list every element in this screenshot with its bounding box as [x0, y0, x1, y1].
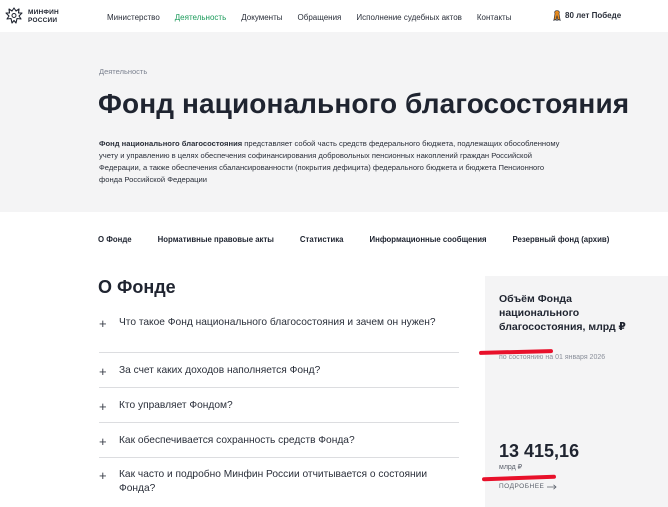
nav-documents[interactable]: Документы: [241, 13, 282, 22]
nav-contacts[interactable]: Контакты: [477, 13, 512, 22]
faq-question: Что такое Фонд национального благосостоя…: [119, 317, 436, 328]
faq-item[interactable]: + Как обеспечивается сохранность средств…: [99, 423, 459, 458]
nav-court-acts[interactable]: Исполнение судебных актов: [356, 13, 462, 22]
victory-label: 80 лет Победе: [565, 11, 622, 20]
intro-bold: Фонд национального благосостояния: [99, 139, 243, 148]
tab-regulations[interactable]: Нормативные правовые акты: [158, 235, 274, 244]
section-tabs: О Фонде Нормативные правовые акты Статис…: [98, 235, 609, 244]
plus-icon: +: [99, 399, 107, 414]
fund-volume-date: по состоянию на 01 января 2026: [499, 354, 606, 361]
plus-icon: +: [99, 364, 107, 379]
tab-reserve-fund[interactable]: Резервный фонд (архив): [513, 235, 610, 244]
faq-item[interactable]: + За счет каких доходов наполняется Фонд…: [99, 353, 459, 388]
coat-of-arms-icon: [5, 7, 23, 24]
faq-list: + Что такое Фонд национального благосост…: [99, 311, 459, 506]
logo-line-2: РОССИИ: [28, 16, 58, 24]
logo-line-1: МИНФИН: [28, 9, 59, 16]
fund-volume-value: 13 415,16: [499, 441, 580, 461]
fund-volume-card: Объём Фонда национального благосостояния…: [485, 276, 668, 507]
nav-ministry[interactable]: Министерство: [107, 13, 160, 22]
nav-activity[interactable]: Деятельность: [175, 13, 227, 22]
faq-question: Как часто и подробно Минфин России отчит…: [119, 469, 428, 494]
victory-link[interactable]: 80 лет Победе: [553, 10, 621, 21]
tab-about[interactable]: О Фонде: [98, 235, 132, 244]
plus-icon: +: [99, 468, 107, 483]
faq-item[interactable]: + Что такое Фонд национального благосост…: [99, 311, 459, 353]
arrow-right-icon: [547, 483, 557, 490]
section-title: О Фонде: [98, 277, 176, 297]
nav-appeals[interactable]: Обращения: [298, 13, 342, 22]
page-title: Фонд национального благосостояния: [98, 88, 630, 119]
breadcrumb[interactable]: Деятельность: [99, 67, 147, 76]
fund-volume-unit: млрд ₽: [499, 464, 523, 471]
more-link[interactable]: ПОДРОБНЕЕ: [499, 483, 557, 490]
main-nav: Министерство Деятельность Документы Обра…: [107, 11, 526, 23]
faq-question: Кто управляет Фондом?: [119, 400, 233, 411]
faq-item[interactable]: + Кто управляет Фондом?: [99, 388, 459, 423]
faq-item[interactable]: + Как часто и подробно Минфин России отч…: [99, 458, 459, 506]
plus-icon: +: [99, 316, 107, 331]
more-label: ПОДРОБНЕЕ: [499, 483, 545, 490]
faq-question: Как обеспечивается сохранность средств Ф…: [119, 435, 355, 446]
logo[interactable]: МИНФИН РОССИИ: [4, 6, 64, 26]
intro-text: Фонд национального благосостояния предст…: [99, 138, 569, 186]
plus-icon: +: [99, 434, 107, 449]
logo-text: МИНФИН РОССИИ: [28, 9, 59, 24]
tab-news[interactable]: Информационные сообщения: [370, 235, 487, 244]
site-header: МИНФИН РОССИИ Министерство Деятельность …: [0, 0, 668, 32]
fund-volume-title: Объём Фонда национального благосостояния…: [499, 293, 626, 333]
tab-statistics[interactable]: Статистика: [300, 235, 344, 244]
st-george-ribbon-icon: [553, 10, 561, 21]
hero-section: Деятельность Фонд национального благосос…: [0, 32, 668, 212]
faq-question: За счет каких доходов наполняется Фонд?: [119, 365, 321, 376]
